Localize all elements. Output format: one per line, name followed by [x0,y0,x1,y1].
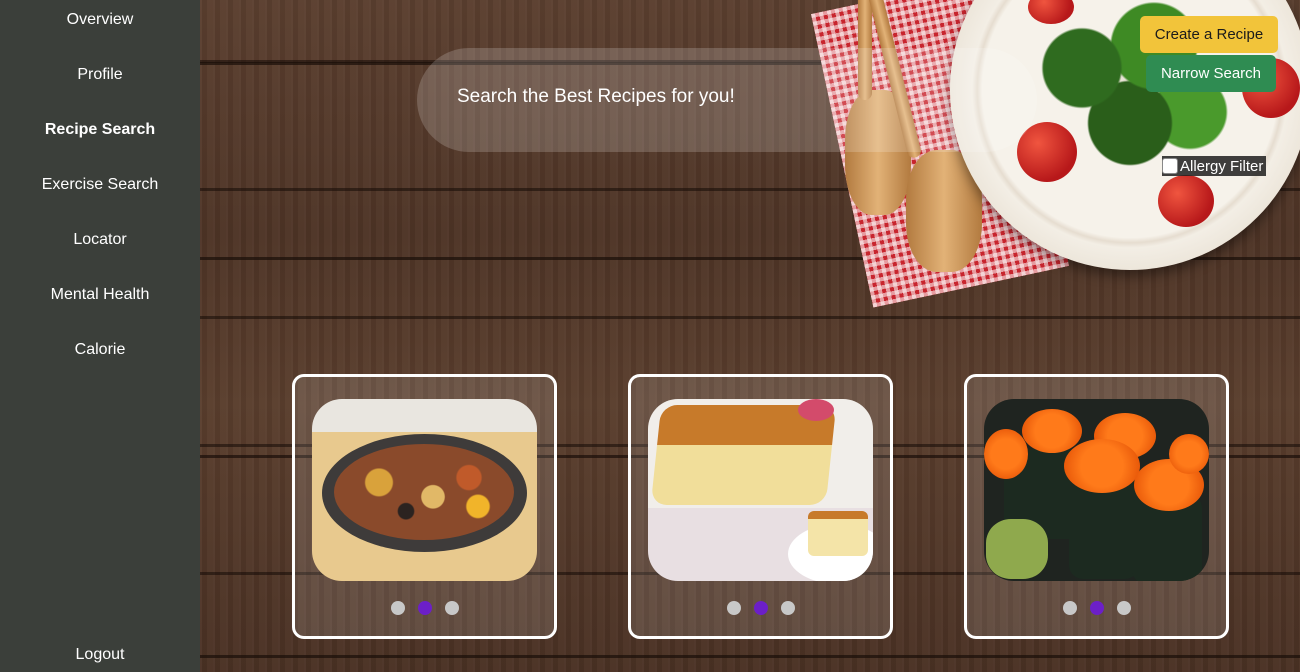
sidebar-item-locator[interactable]: Locator [0,231,200,249]
carousel-dot[interactable] [1062,601,1077,615]
recipe-image-cake[interactable] [648,399,873,581]
roe-topping-shape [1064,439,1140,493]
logout-link[interactable]: Logout [0,646,200,664]
carousel-dots [631,601,890,615]
carousel-dots [295,601,554,615]
stew-food-shape [334,444,514,540]
recipe-image-sushi[interactable] [984,399,1209,581]
search-banner[interactable]: Search the Best Recipes for you! [417,48,1037,152]
main-area: Search the Best Recipes for you! Create … [200,0,1300,672]
tomato-image [1158,175,1214,227]
carousel-dot[interactable] [726,601,741,615]
recipe-image-stew[interactable] [312,399,537,581]
sidebar-item-profile[interactable]: Profile [0,66,200,84]
create-recipe-button[interactable]: Create a Recipe [1140,16,1278,53]
cake-slice-shape [808,511,868,556]
sidebar-item-overview[interactable]: Overview [0,11,200,29]
sidebar-item-recipe-search[interactable]: Recipe Search [0,121,200,139]
sidebar-item-mental-health[interactable]: Mental Health [0,286,200,304]
roe-topping-shape [984,429,1028,479]
wood-plank-divider [200,655,1300,658]
carousel-dot-active[interactable] [1089,601,1104,615]
recipe-card[interactable] [628,374,893,639]
carousel-dot[interactable] [390,601,405,615]
rose-shape [798,399,834,421]
narrow-search-button[interactable]: Narrow Search [1146,55,1276,92]
search-banner-text: Search the Best Recipes for you! [457,86,735,107]
carousel-dot-active[interactable] [417,601,432,615]
carousel-dot-active[interactable] [753,601,768,615]
allergy-filter-checkbox[interactable] [1162,158,1178,174]
recipe-card[interactable] [964,374,1229,639]
sidebar-item-calorie[interactable]: Calorie [0,341,200,359]
recipe-card[interactable] [292,374,557,639]
carousel-dots [967,601,1226,615]
wasabi-shape [986,519,1048,579]
carousel-dot[interactable] [780,601,795,615]
allergy-filter[interactable]: Allergy Filter [1162,156,1267,176]
carousel-dot[interactable] [444,601,459,615]
roe-topping-shape [1022,409,1082,453]
sidebar-item-exercise-search[interactable]: Exercise Search [0,176,200,194]
allergy-filter-label: Allergy Filter [1180,157,1264,175]
roe-topping-shape [1169,434,1209,474]
sidebar: Overview Profile Recipe Search Exercise … [0,0,200,672]
carousel-dot[interactable] [1116,601,1131,615]
